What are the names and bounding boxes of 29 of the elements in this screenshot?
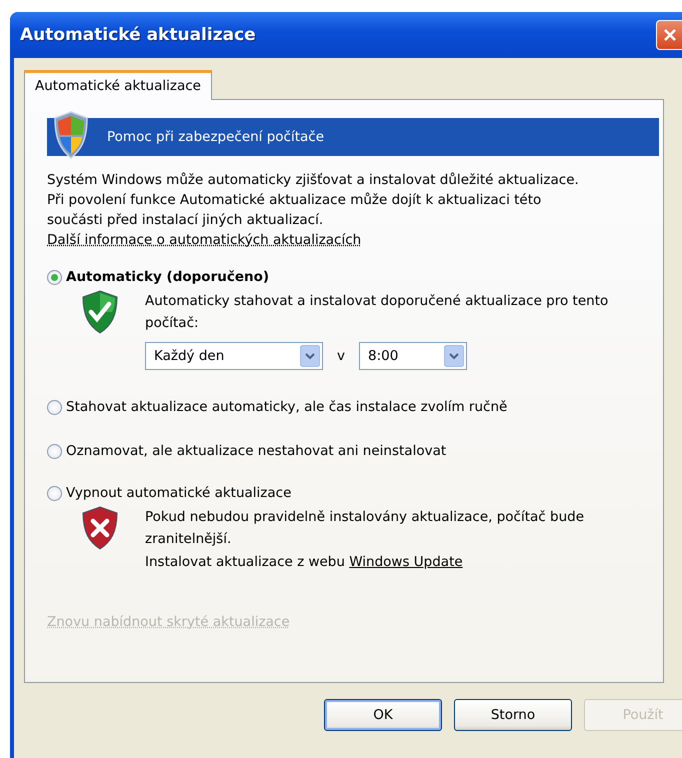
radio-button[interactable]	[47, 486, 62, 500]
day-dropdown[interactable]: Každý den	[145, 342, 323, 370]
shield-icon	[53, 110, 89, 160]
caret-icon	[444, 345, 464, 367]
dialog-button[interactable]: OK	[324, 699, 442, 731]
radio-button[interactable]	[47, 444, 62, 458]
caret-icon	[300, 345, 320, 367]
intro-text: Systém Windows může automaticky zjišťovat a instalovat důležité aktualizace. Při povolení funkce Automatické aktualizace může dojít k aktualizaci této součásti před instalací jiných aktualizací.	[47, 171, 580, 230]
update-note: Instalovat aktualizace z webu Windows Update	[145, 553, 464, 572]
at-label: v	[337, 348, 345, 364]
radio-button[interactable]	[47, 270, 62, 284]
option-label: Stahovat aktualizace automaticky, ale čas instalace zvolím ručně	[66, 399, 508, 415]
info-link[interactable]: Další informace o automatických aktualizacích	[47, 230, 362, 250]
close-icon	[662, 27, 678, 43]
shield-check-icon	[81, 290, 119, 334]
shield-cross-icon	[81, 506, 119, 550]
banner-title: Pomoc při zabezpečení počítače	[107, 129, 324, 145]
tab[interactable]: Automatické aktualizace	[24, 70, 212, 100]
close-button[interactable]	[656, 20, 682, 50]
window-title: Automatické aktualizace	[20, 25, 256, 45]
option-description: Automaticky stahovat a instalovat doporučené aktualizace pro tento počítač:	[145, 292, 610, 333]
windows-update-link[interactable]: Windows Update	[349, 554, 463, 570]
time-dropdown[interactable]: 8:00	[359, 342, 467, 370]
option-label: Automaticky (doporučeno)	[66, 269, 270, 285]
option-label: Vypnout automatické aktualizace	[66, 485, 292, 501]
dialog-button[interactable]: Storno	[454, 699, 572, 731]
option-label: Oznamovat, ale aktualizace nestahovat ani neinstalovat	[66, 443, 446, 459]
radio-button[interactable]	[47, 400, 62, 414]
option-description: Pokud nebudou pravidelně instalovány aktualizace, počítač bude zranitelnější.	[145, 508, 585, 549]
